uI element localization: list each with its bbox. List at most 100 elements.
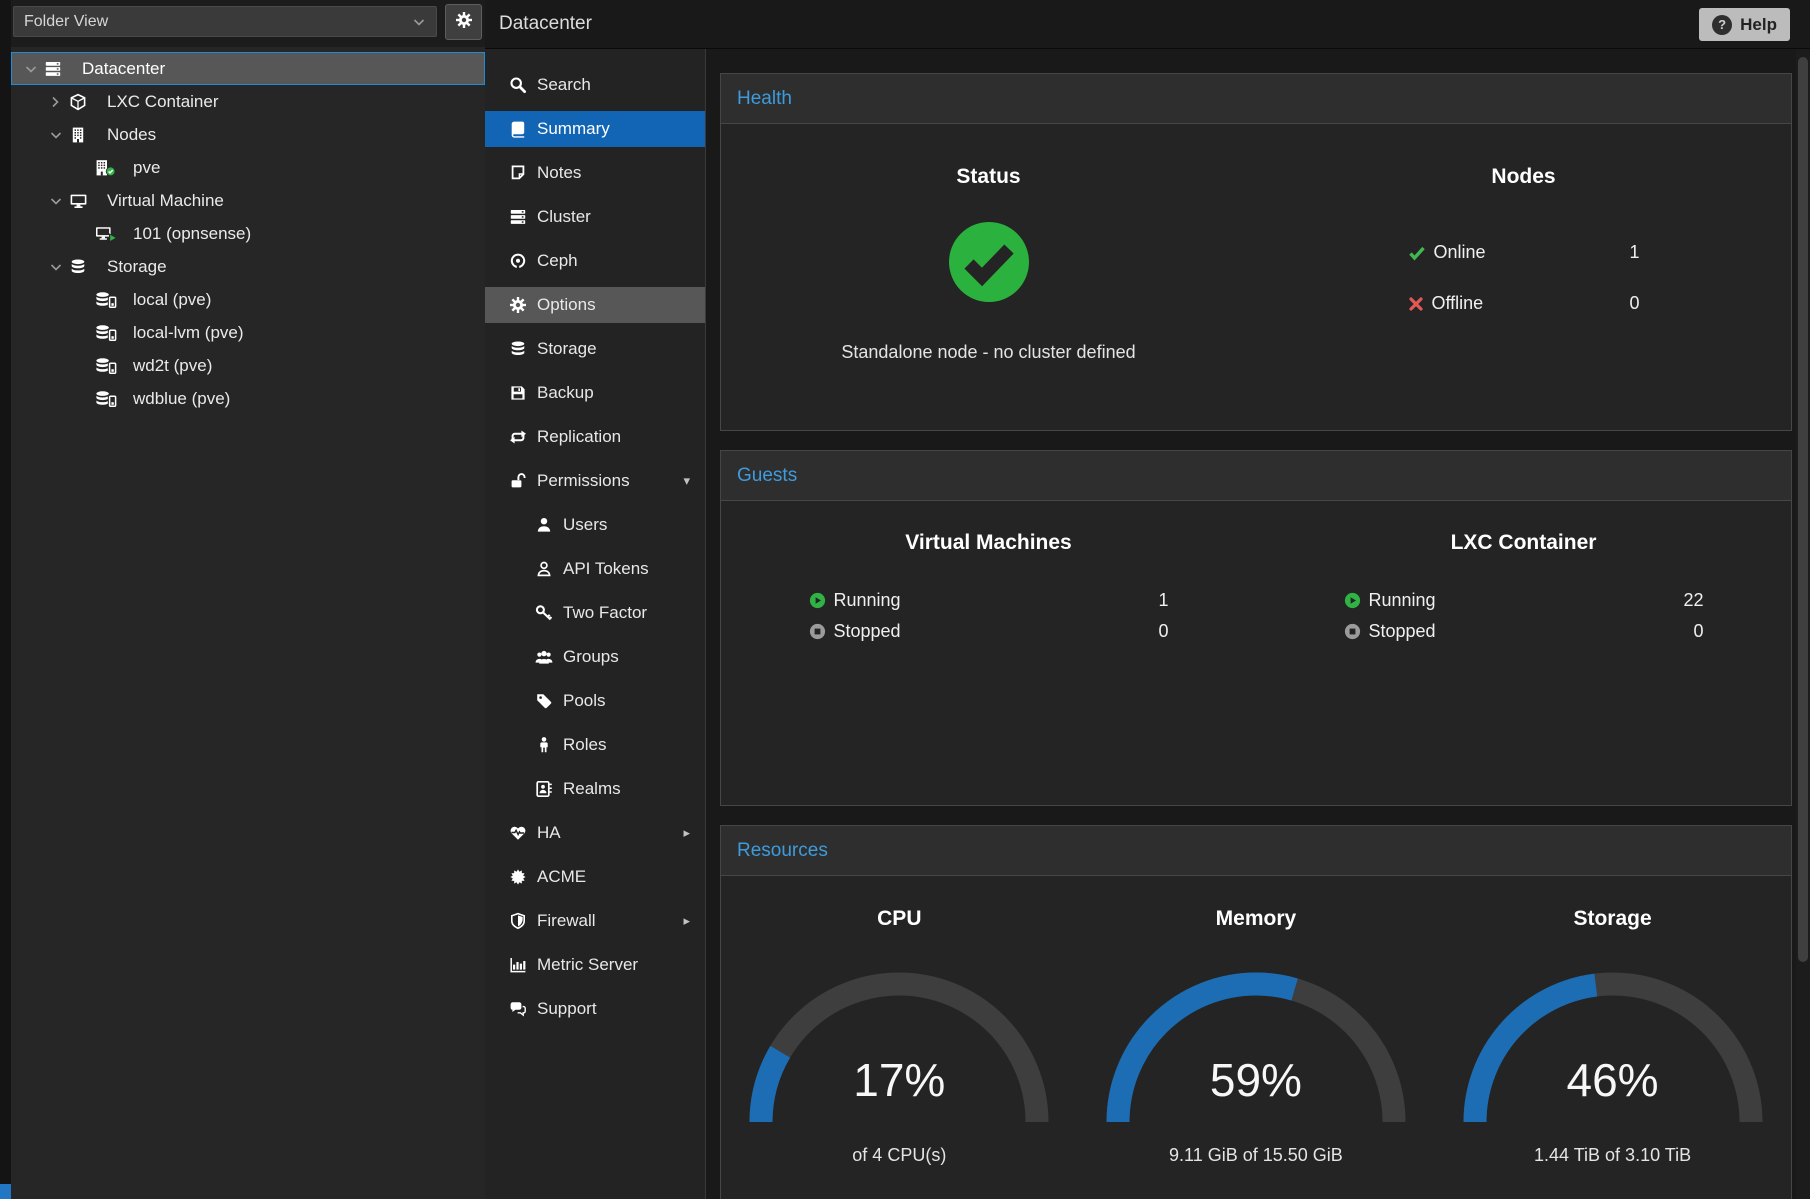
- tree-item-wdblue-pve[interactable]: wdblue (pve): [11, 382, 485, 415]
- health-panel-title: Health: [721, 74, 1791, 124]
- repeat-icon: [507, 428, 528, 446]
- nav-item-two-factor[interactable]: Two Factor: [485, 595, 705, 631]
- node-status-value: 1: [1629, 242, 1639, 263]
- guest-column-heading: Virtual Machines: [721, 501, 1256, 555]
- nav-item-cluster[interactable]: Cluster: [485, 199, 705, 235]
- book-icon: [507, 120, 528, 138]
- resource-tree-sidebar: Folder View DatacenterLXC ContainerNodes…: [0, 0, 485, 1199]
- gauge-detail: 1.44 TiB of 3.10 TiB: [1434, 1145, 1791, 1166]
- server-icon: [44, 60, 74, 78]
- nav-item-metric-server[interactable]: Metric Server: [485, 947, 705, 983]
- nav-item-replication[interactable]: Replication: [485, 419, 705, 455]
- nav-item-notes[interactable]: Notes: [485, 155, 705, 191]
- gauge-heading: CPU: [721, 876, 1078, 931]
- nav-item-label: Summary: [537, 119, 610, 139]
- tree-item-101-opnsense[interactable]: 101 (opnsense): [11, 217, 485, 250]
- database-drive-icon: [95, 324, 125, 342]
- nav-item-label: Notes: [537, 163, 581, 183]
- nav-item-options[interactable]: Options: [485, 287, 705, 323]
- nav-item-label: Metric Server: [537, 955, 638, 975]
- user-outline-icon: [533, 560, 554, 578]
- nav-item-backup[interactable]: Backup: [485, 375, 705, 411]
- nav-item-roles[interactable]: Roles: [485, 727, 705, 763]
- health-panel: Health Status Standalone node - no clust…: [720, 73, 1792, 431]
- tree-item-lxc-container[interactable]: LXC Container: [11, 85, 485, 118]
- topbar: Datacenter ? Help: [485, 0, 1810, 49]
- tree-item-local-lvm-pve[interactable]: local-lvm (pve): [11, 316, 485, 349]
- nav-item-api-tokens[interactable]: API Tokens: [485, 551, 705, 587]
- heartbeat-icon: [507, 824, 528, 842]
- database-drive-icon: [95, 390, 125, 408]
- gauge-percent: 17%: [749, 1053, 1049, 1107]
- nav-item-label: Two Factor: [563, 603, 647, 623]
- nav-item-label: Support: [537, 999, 597, 1019]
- gauge-arc: 17%: [749, 972, 1049, 1139]
- gauge-percent: 46%: [1463, 1053, 1763, 1107]
- chevron-down-icon[interactable]: [24, 63, 44, 75]
- nav-item-ceph[interactable]: Ceph: [485, 243, 705, 279]
- tree-item-wd2t-pve[interactable]: wd2t (pve): [11, 349, 485, 382]
- tree-item-nodes[interactable]: Nodes: [11, 118, 485, 151]
- server-icon: [507, 208, 528, 226]
- monitor-play-icon: [95, 225, 125, 243]
- seal-icon: [507, 868, 528, 886]
- chevron-right-icon[interactable]: [49, 95, 69, 109]
- help-button[interactable]: ? Help: [1699, 8, 1790, 41]
- nav-item-search[interactable]: Search: [485, 67, 705, 103]
- node-status-label: Offline: [1432, 293, 1484, 314]
- nav-item-label: HA: [537, 823, 561, 843]
- ceph-icon: [507, 252, 528, 270]
- submenu-expanded-icon: ▾: [683, 473, 690, 489]
- gauge-heading: Storage: [1434, 876, 1791, 931]
- shield-icon: [507, 912, 528, 930]
- search-icon: [507, 76, 528, 94]
- nav-item-acme[interactable]: ACME: [485, 859, 705, 895]
- nav-item-label: Backup: [537, 383, 594, 403]
- nav-item-firewall[interactable]: Firewall▸: [485, 903, 705, 939]
- splitter-collapse-handle[interactable]: [0, 1184, 11, 1199]
- nav-item-storage[interactable]: Storage: [485, 331, 705, 367]
- guest-row-label: Running: [834, 590, 901, 611]
- guest-row-label: Stopped: [1369, 621, 1436, 642]
- nav-item-ha[interactable]: HA▸: [485, 815, 705, 851]
- tree-item-pve[interactable]: pve: [11, 151, 485, 184]
- nav-item-pools[interactable]: Pools: [485, 683, 705, 719]
- chevron-down-icon[interactable]: [49, 195, 69, 207]
- nav-item-label: API Tokens: [563, 559, 649, 579]
- guest-row-label: Stopped: [834, 621, 901, 642]
- nav-item-label: Permissions: [537, 471, 630, 491]
- nav-item-label: Search: [537, 75, 591, 95]
- check-circle-icon: [721, 220, 1256, 309]
- tree-item-datacenter[interactable]: Datacenter: [11, 52, 485, 85]
- floppy-icon: [507, 384, 528, 402]
- tree-settings-button[interactable]: [445, 4, 482, 40]
- chevron-down-icon[interactable]: [49, 261, 69, 273]
- nav-item-label: ACME: [537, 867, 586, 887]
- guest-row-value: 0: [1158, 621, 1168, 642]
- nav-item-groups[interactable]: Groups: [485, 639, 705, 675]
- tree-item-virtual-machine[interactable]: Virtual Machine: [11, 184, 485, 217]
- guest-row-stopped: Stopped0: [1344, 616, 1704, 647]
- tree-item-local-pve[interactable]: local (pve): [11, 283, 485, 316]
- nav-item-realms[interactable]: Realms: [485, 771, 705, 807]
- cluster-status-message: Standalone node - no cluster defined: [721, 342, 1256, 363]
- scrollbar-thumb[interactable]: [1798, 57, 1808, 962]
- node-status-row-online: Online 1: [1408, 227, 1640, 278]
- view-mode-select[interactable]: Folder View: [13, 6, 437, 37]
- nav-item-summary[interactable]: Summary: [485, 111, 705, 147]
- nodes-column: Nodes Online1Offline0: [1256, 124, 1791, 430]
- nav-item-permissions[interactable]: Permissions ▾: [485, 463, 705, 499]
- cube-icon: [69, 93, 99, 111]
- nav-item-support[interactable]: Support: [485, 991, 705, 1027]
- guest-status-table: Running1Stopped0: [809, 585, 1169, 647]
- guest-row-value: 22: [1683, 590, 1703, 611]
- right-region: Datacenter ? Help Search Summary Notes Clus…: [485, 0, 1810, 1199]
- tree-item-storage[interactable]: Storage: [11, 250, 485, 283]
- node-status-label: Online: [1434, 242, 1486, 263]
- vertical-scrollbar[interactable]: [1796, 49, 1810, 1199]
- guest-row-stopped: Stopped 0: [809, 616, 1169, 647]
- database-drive-icon: [95, 291, 125, 309]
- chevron-down-icon[interactable]: [49, 129, 69, 141]
- nav-item-users[interactable]: Users: [485, 507, 705, 543]
- nodes-status-table: Online1Offline0: [1408, 227, 1640, 329]
